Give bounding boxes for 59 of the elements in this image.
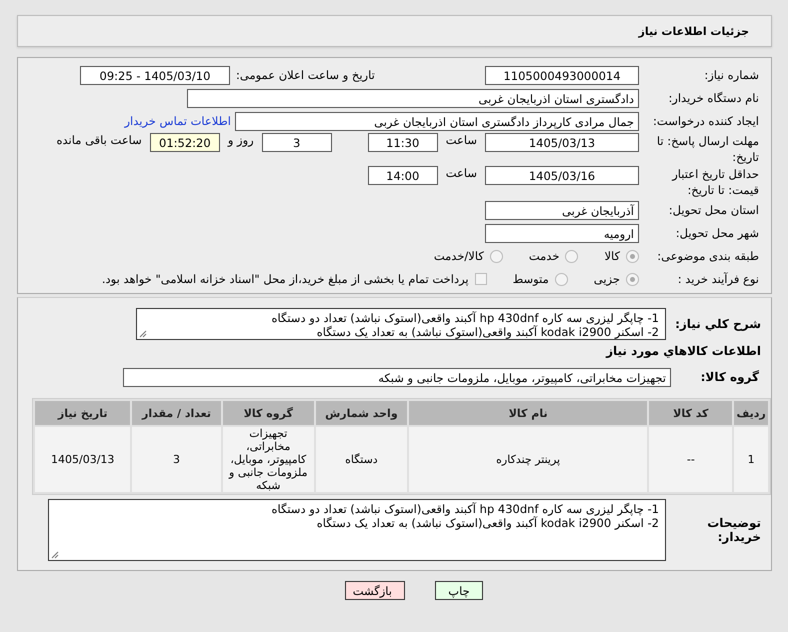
field-label: نوع فرآیند خرید : xyxy=(676,272,760,286)
radio-label: کالا xyxy=(604,249,620,263)
days-label: روز و xyxy=(228,133,254,147)
description-line: 2- اسکنر kodak i2900 آکبند واقعی(استوک نباشد) به تعداد یک دستگاه xyxy=(316,325,659,339)
column-header: ردیف xyxy=(734,401,768,425)
remaining-time-field: 01:52:20 xyxy=(150,133,220,152)
column-header: گروه کالا xyxy=(222,401,314,425)
field-label: توضیحات خریدار: xyxy=(706,516,762,544)
buyer-contact-link[interactable]: اطلاعات تماس خریدار xyxy=(124,114,231,128)
page-title: جزئیات اطلاعات نیاز xyxy=(638,24,749,38)
print-button[interactable]: چاپ xyxy=(435,581,483,600)
deadline-time-field: 11:30 xyxy=(368,133,438,152)
field-label: شهر محل تحویل: xyxy=(674,226,760,240)
checkbox-label: پرداخت تمام یا بخشی از مبلغ خرید،از محل "اسناد خزانه اسلامی" خواهد بود. xyxy=(102,272,469,286)
column-header: تعداد / مقدار xyxy=(132,401,221,425)
field-label: طبقه بندی موضوعی: xyxy=(656,249,760,263)
column-header: نام کالا xyxy=(408,401,648,425)
field-label: ایجاد کننده درخواست: xyxy=(652,114,760,128)
column-header: کد کالا xyxy=(649,401,732,425)
field-label: مهلت ارسال پاسخ: تا تاریخ: xyxy=(656,133,760,165)
back-button[interactable]: بازگشت xyxy=(345,581,405,600)
table-cell: پرینتر چندکاره xyxy=(408,427,648,492)
days-field: 3 xyxy=(262,133,332,152)
notes-line: 1- چاپگر لیزری سه کاره hp 430dnf آکبند واقعی(استوک نباشد) تعداد دو دستگاه xyxy=(270,502,659,516)
radio-label: کالا/خدمت xyxy=(434,249,484,263)
section-title: اطلاعات کالاهاي مورد نياز xyxy=(604,344,762,358)
table-cell: 3 xyxy=(132,427,221,492)
radio-label: خدمت xyxy=(528,249,560,263)
field-label: شرح کلي نياز: xyxy=(674,317,762,331)
goods-group-field: تجهیزات مخابراتی، کامپیوتر، موبایل، ملزومات جانبی و شبکه xyxy=(123,368,671,386)
field-label: شماره نیاز: xyxy=(703,68,760,82)
buyer-field: دادگستری استان اذربایجان غربی xyxy=(187,88,639,108)
field-label: تاریخ و ساعت اعلان عمومی: xyxy=(236,68,375,82)
description-line: 1- چاپگر لیزری سه کاره hp 430dnf آکبند واقعی(استوک نباشد) تعداد دو دستگاه xyxy=(270,311,659,325)
notes-line: 2- اسکنر kodak i2900 آکبند واقعی(استوک نباشد) به تعداد یک دستگاه xyxy=(316,516,659,530)
field-label: استان محل تحویل: xyxy=(668,203,760,217)
remaining-label: ساعت باقی مانده xyxy=(56,133,142,147)
validity-date-field: 1405/03/16 xyxy=(485,166,639,185)
radio-label: متوسط xyxy=(512,272,549,286)
table-cell: 1 xyxy=(734,427,768,492)
time-label: ساعت xyxy=(446,166,477,180)
deadline-date-field: 1405/03/13 xyxy=(485,133,639,152)
field-label: نام دستگاه خریدار: xyxy=(667,91,760,105)
field-label: حداقل تاریخ اعتبار قیمت: تا تاریخ: xyxy=(670,166,760,198)
announce-date-field: 1405/03/10 - 09:25 xyxy=(80,66,230,84)
validity-time-field: 14:00 xyxy=(368,166,438,185)
column-header: تاریخ نیاز xyxy=(35,401,130,425)
table-cell: تجهیزات مخابراتی، کامپیوتر، موبایل، ملزومات جانبی و شبکه xyxy=(222,427,314,492)
city-field: ارومیه xyxy=(485,224,639,242)
table-cell: 1405/03/13 xyxy=(35,427,130,492)
radio-label: جزیی xyxy=(594,272,620,286)
table-cell: -- xyxy=(649,427,732,492)
requester-field: جمال مرادی کارپرداز دادگستری استان اذربایجان غربی xyxy=(235,112,639,130)
column-header: واحد شمارش xyxy=(316,401,407,425)
need-number-field: 1105000493000014 xyxy=(485,66,639,84)
time-label: ساعت xyxy=(446,133,477,147)
table-cell: دستگاه xyxy=(316,427,407,492)
province-field: آذربایجان غربی xyxy=(485,200,639,220)
field-label: گروه کالا: xyxy=(700,370,760,384)
